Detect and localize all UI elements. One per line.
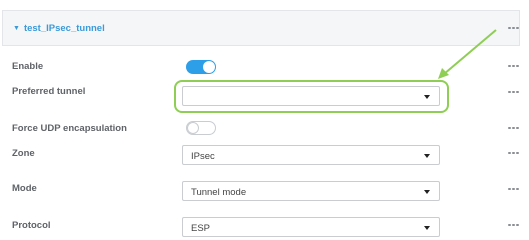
- zone-value: IPsec: [191, 151, 215, 162]
- more-icon[interactable]: [508, 126, 520, 130]
- chevron-down-icon: [424, 154, 430, 158]
- zone-label: Zone: [12, 148, 35, 159]
- toggle-knob: [187, 122, 199, 134]
- protocol-value: ESP: [191, 223, 211, 234]
- force-udp-toggle[interactable]: [186, 121, 216, 135]
- protocol-label: Protocol: [12, 220, 51, 231]
- force-udp-label: Force UDP encapsulation: [12, 123, 127, 134]
- mode-select[interactable]: Tunnel mode: [182, 181, 440, 201]
- protocol-select[interactable]: ESP: [182, 217, 440, 237]
- mode-label: Mode: [12, 183, 37, 194]
- chevron-down-icon: [424, 190, 430, 194]
- chevron-down-icon: [424, 226, 430, 230]
- mode-value: Tunnel mode: [191, 187, 247, 198]
- more-icon[interactable]: [508, 151, 520, 155]
- more-icon[interactable]: [508, 187, 520, 191]
- zone-select[interactable]: IPsec: [182, 145, 440, 165]
- annotation-arrow: [438, 29, 497, 79]
- more-icon[interactable]: [508, 223, 520, 227]
